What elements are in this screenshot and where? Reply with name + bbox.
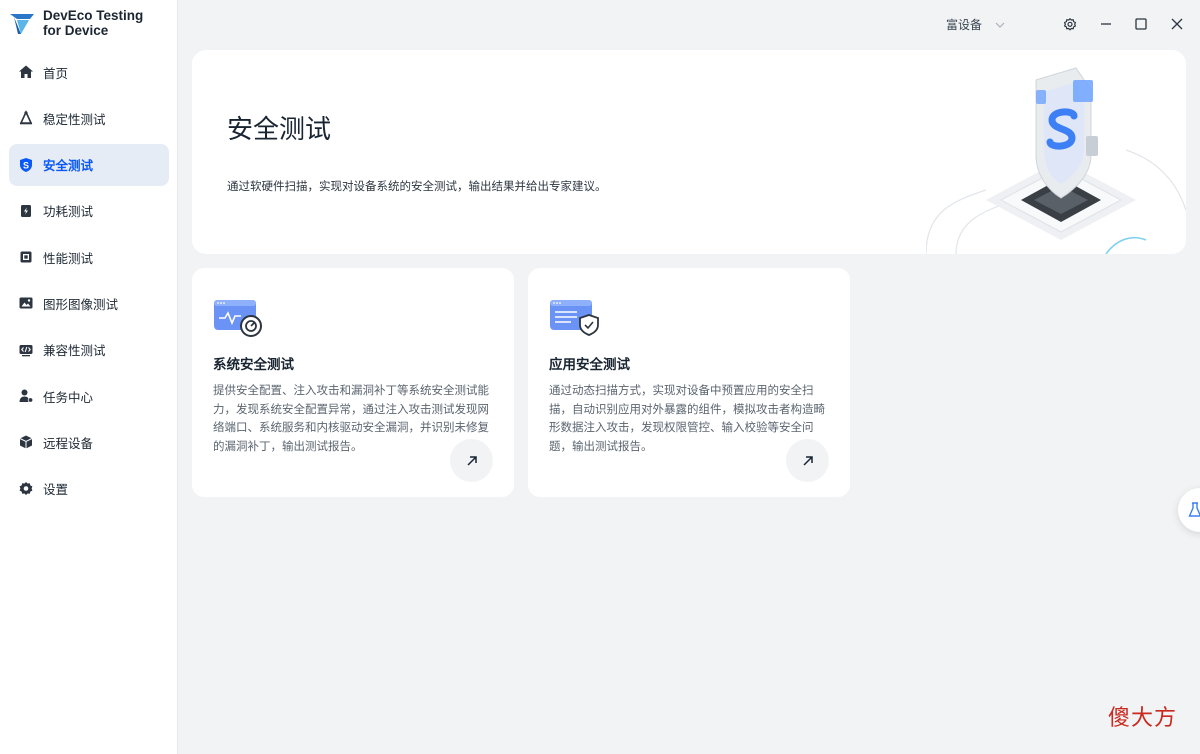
minimize-icon <box>1101 23 1111 25</box>
watermark-text: 傻大方 <box>1108 706 1178 731</box>
app-shield-icon <box>550 300 599 336</box>
card-title: 应用安全测试 <box>549 357 630 373</box>
app-security-test-card[interactable]: 应用安全测试 通过动态扫描方式，实现对设备中预置应用的安全扫描，自动识别应用对外… <box>528 268 850 497</box>
sidebar-item-security[interactable]: S 安全测试 <box>9 143 169 186</box>
open-app-security-button[interactable] <box>786 439 829 482</box>
arrow-up-right-icon <box>802 455 813 466</box>
compat-icon <box>18 342 34 358</box>
sidebar-item-label: 设置 <box>43 482 69 498</box>
card-title: 系统安全测试 <box>213 357 294 373</box>
sidebar-item-remote-device[interactable]: 远程设备 <box>9 421 169 463</box>
arrow-up-right-icon <box>466 455 477 466</box>
sidebar-item-label: 首页 <box>43 65 69 81</box>
app-logo: DevEco Testing for Device <box>8 8 143 38</box>
chip-icon <box>18 249 34 265</box>
sidebar-item-task-center[interactable]: 任务中心 <box>9 375 169 417</box>
sidebar-item-home[interactable]: 首页 <box>9 51 169 93</box>
minimize-button[interactable] <box>1098 16 1114 32</box>
sidebar-item-label: 安全测试 <box>43 158 94 174</box>
image-icon <box>18 295 34 311</box>
device-type-value: 富设备 <box>946 18 983 32</box>
app-name-line1: DevEco Testing <box>43 8 144 23</box>
cube-icon <box>18 434 34 450</box>
sidebar-item-label: 稳定性测试 <box>43 111 106 127</box>
sidebar-item-compatibility[interactable]: 兼容性测试 <box>9 329 169 371</box>
power-icon <box>18 203 34 219</box>
task-icon <box>18 388 34 404</box>
chevron-down-icon <box>995 22 1005 28</box>
card-description: 通过动态扫描方式，实现对设备中预置应用的安全扫描，自动识别应用对外暴露的组件，模… <box>549 383 825 453</box>
settings-button[interactable] <box>1062 16 1078 32</box>
sidebar-nav: 首页 稳定性测试 S 安全测试 功耗测试 性能测试 图形图像测试 兼容性测试 任… <box>9 51 169 514</box>
gear-icon <box>18 481 34 497</box>
flask-icon <box>1188 502 1200 517</box>
close-button[interactable] <box>1169 16 1185 32</box>
sidebar-item-label: 任务中心 <box>43 389 94 405</box>
page-description: 通过软硬件扫描，实现对设备系统的安全测试，输出结果并给出专家建议。 <box>227 179 607 193</box>
sidebar: DevEco Testing for Device 首页 稳定性测试 S 安全测… <box>0 0 178 754</box>
sidebar-item-label: 远程设备 <box>43 435 94 451</box>
shield-icon: S <box>18 157 34 173</box>
title-bar: 富设备 <box>178 0 1200 48</box>
gear-icon <box>1063 17 1077 31</box>
sidebar-item-label: 性能测试 <box>43 250 94 266</box>
open-system-security-button[interactable] <box>450 439 493 482</box>
maximize-button[interactable] <box>1133 16 1149 32</box>
device-type-select[interactable]: 富设备 <box>946 16 1006 33</box>
close-icon <box>1171 18 1183 30</box>
deveco-logo-icon <box>10 14 34 34</box>
sidebar-item-settings[interactable]: 设置 <box>9 468 169 510</box>
stability-icon <box>18 110 34 126</box>
system-monitor-icon <box>214 300 262 337</box>
sidebar-item-label: 兼容性测试 <box>43 343 106 359</box>
sidebar-item-power[interactable]: 功耗测试 <box>9 190 169 232</box>
sidebar-item-label: 功耗测试 <box>43 204 94 220</box>
svg-text:S: S <box>23 160 29 170</box>
sidebar-item-label: 图形图像测试 <box>43 296 119 312</box>
floating-assistant-button[interactable] <box>1178 488 1200 532</box>
sidebar-item-performance[interactable]: 性能测试 <box>9 236 169 278</box>
page-title: 安全测试 <box>227 115 332 145</box>
hero-banner: 安全测试 通过软硬件扫描，实现对设备系统的安全测试，输出结果并给出专家建议。 <box>192 50 1186 254</box>
sidebar-item-stability[interactable]: 稳定性测试 <box>9 97 169 139</box>
security-shield-illustration <box>926 67 1186 254</box>
app-name-line2: for Device <box>43 23 109 38</box>
home-icon <box>18 64 34 80</box>
system-security-test-card[interactable]: 系统安全测试 提供安全配置、注入攻击和漏洞补丁等系统安全测试能力，发现系统安全配… <box>192 268 514 497</box>
maximize-icon <box>1135 18 1147 30</box>
card-description: 提供安全配置、注入攻击和漏洞补丁等系统安全测试能力，发现系统安全配置异常，通过注… <box>213 383 489 453</box>
sidebar-item-graphics[interactable]: 图形图像测试 <box>9 282 169 324</box>
